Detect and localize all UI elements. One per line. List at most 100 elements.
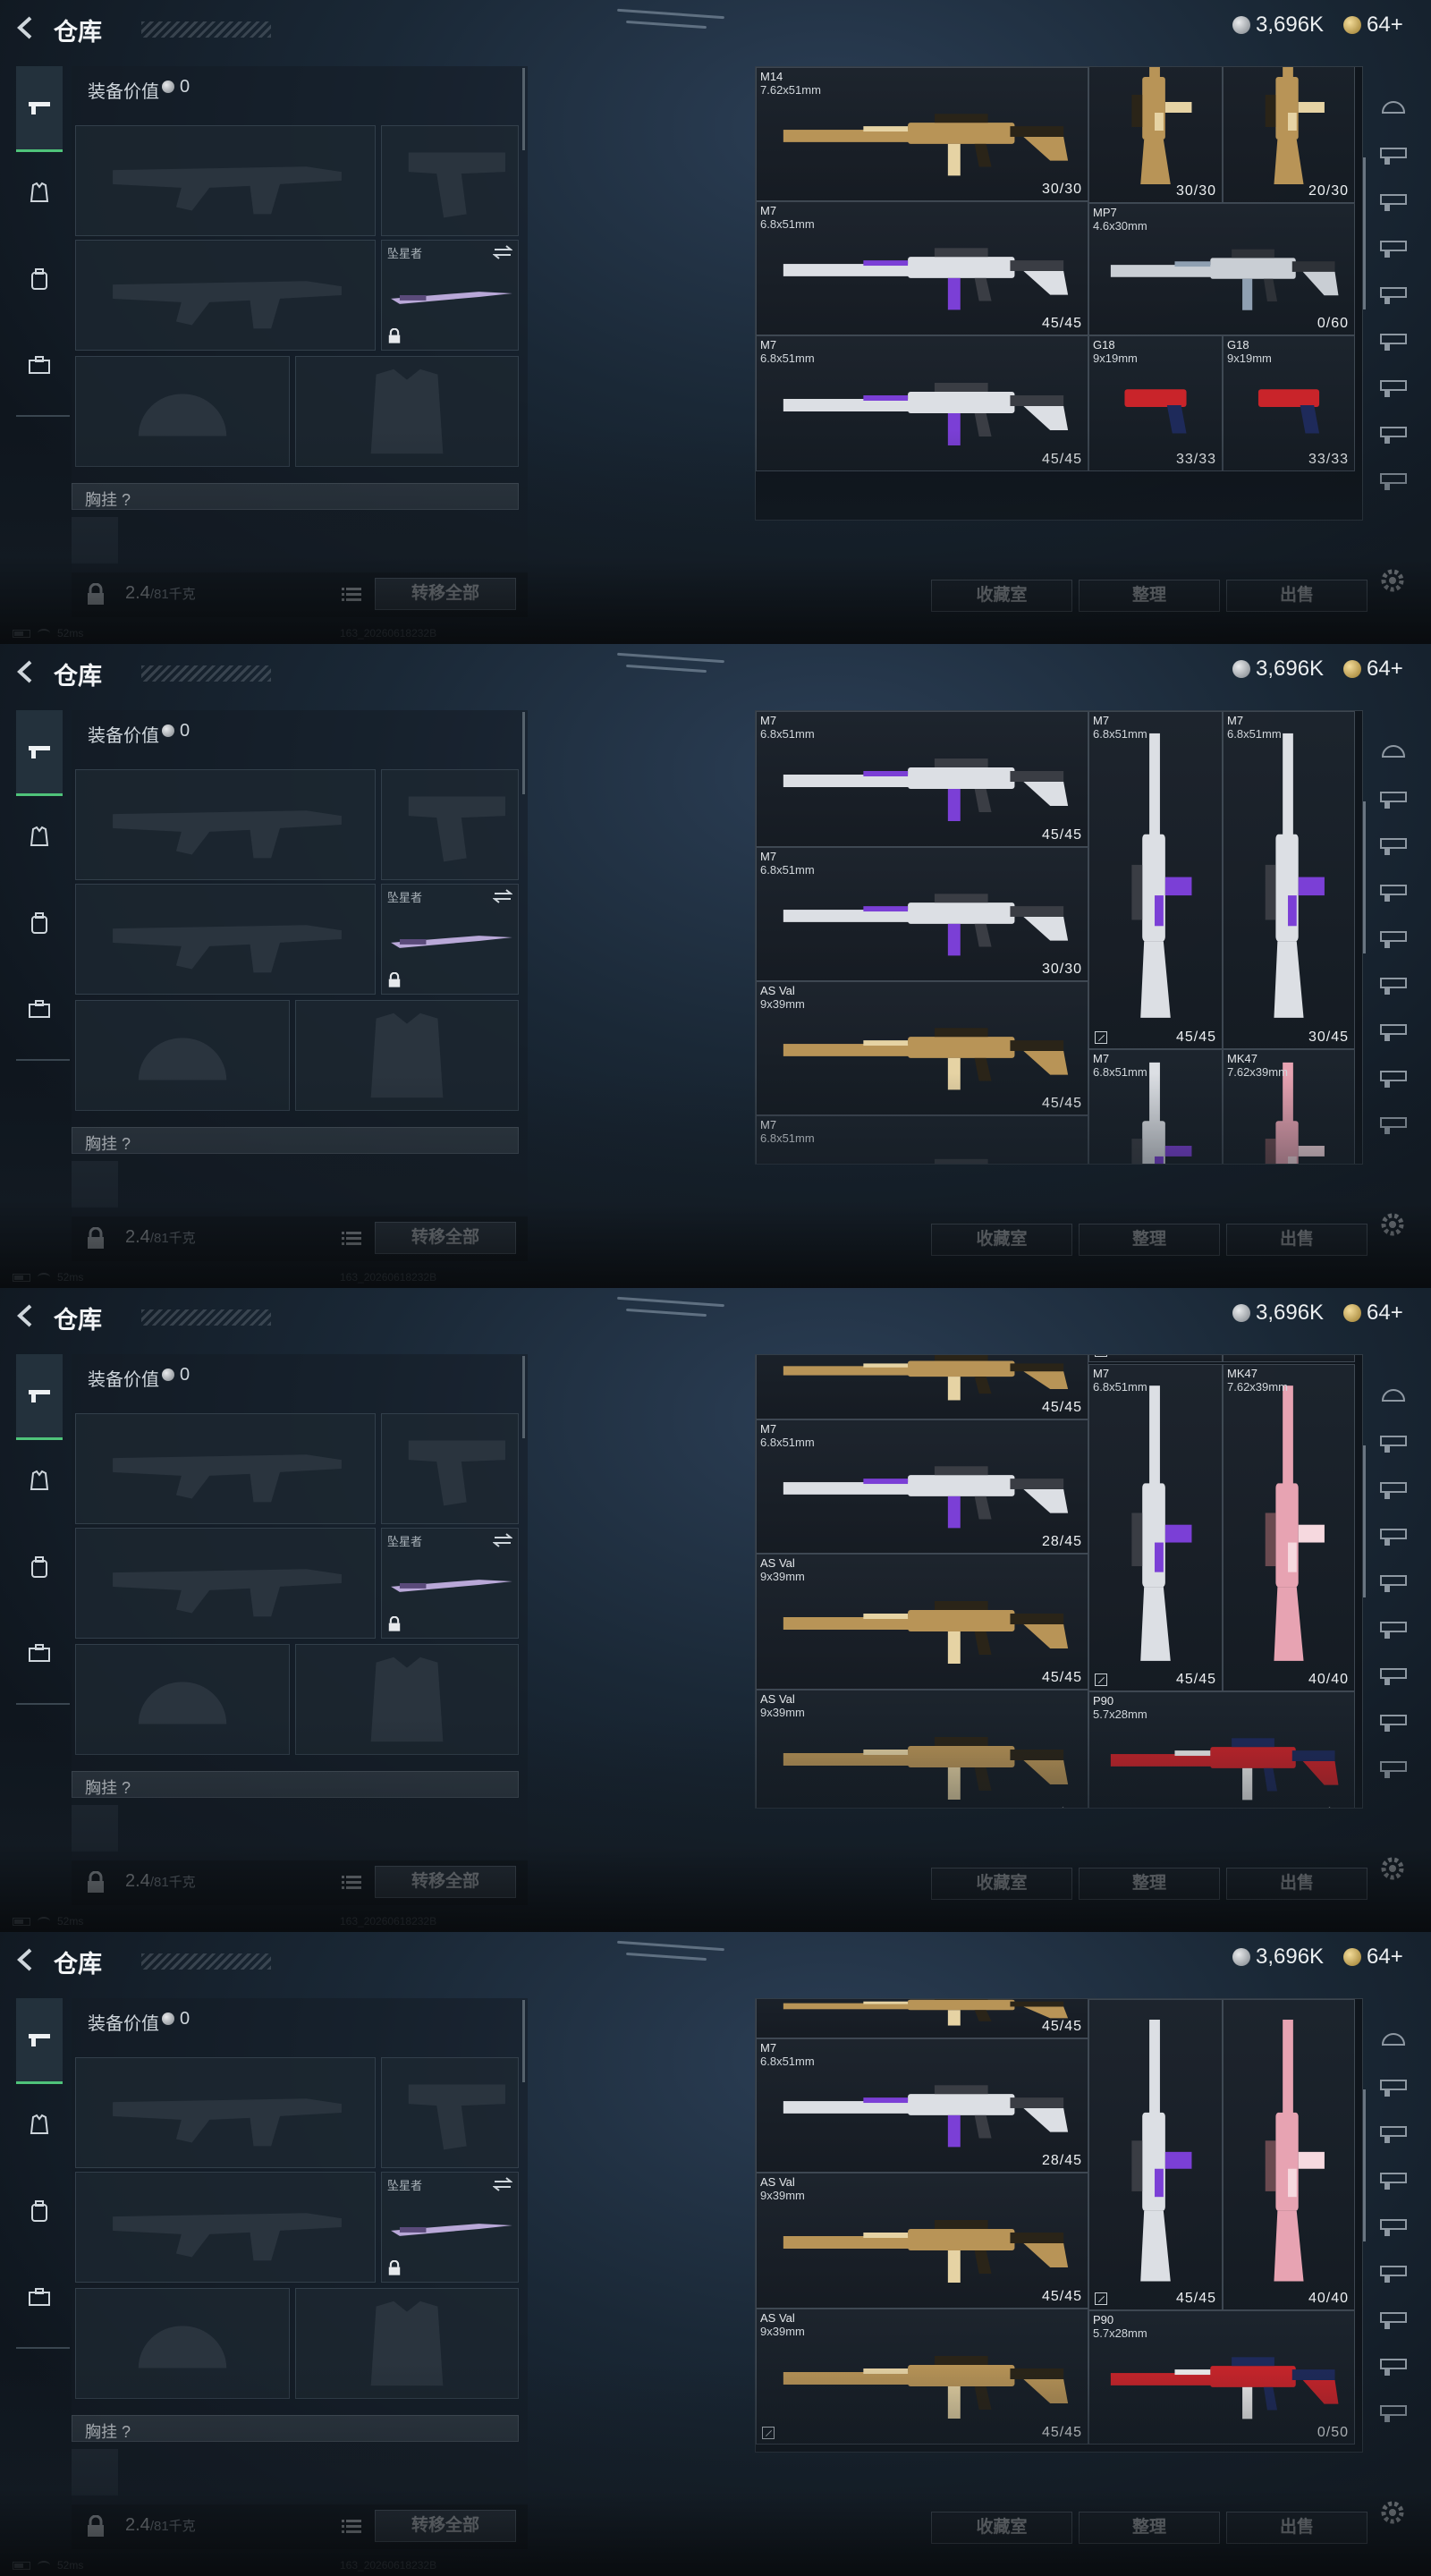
chest-rig-header[interactable]: 胸挂 ? <box>72 1127 519 1154</box>
storage-tab-icon[interactable] <box>1376 1610 1411 1646</box>
storage-tab-icon[interactable] <box>1376 2161 1411 2197</box>
tab-weapons[interactable] <box>16 1998 63 2084</box>
secondary-weapon-slot[interactable] <box>75 1528 376 1639</box>
weapon-card[interactable]: 45/45 <box>1088 1355 1223 1362</box>
tab-toolbox[interactable] <box>16 324 63 410</box>
secondary-weapon-slot[interactable] <box>75 2172 376 2283</box>
storage-tab-icon[interactable] <box>1376 1377 1411 1413</box>
secondary-weapon-slot[interactable] <box>75 240 376 351</box>
transfer-all-button[interactable]: 转移全部 <box>375 1222 516 1254</box>
secondary-weapon-slot[interactable] <box>75 884 376 995</box>
weapon-card[interactable]: G18 9x19mm 33/33 <box>1088 335 1223 471</box>
tab-armor[interactable] <box>16 152 63 238</box>
storage-tab-icon[interactable] <box>1376 136 1411 172</box>
gear-icon[interactable] <box>1377 565 1408 596</box>
weapon-card[interactable]: MK47 7.62x39mm <box>1223 1049 1355 1164</box>
chest-rig-slot[interactable] <box>72 1805 118 1852</box>
transfer-all-button[interactable]: 转移全部 <box>375 578 516 610</box>
gold-balance[interactable]: 64+ <box>1343 1301 1403 1326</box>
loadout-scrollbar[interactable] <box>522 2000 525 2082</box>
weapon-card[interactable]: M7 6.8x51mm 30/30 <box>756 847 1088 981</box>
sell-button[interactable]: 出售 <box>1226 1868 1367 1900</box>
grid-scrollbar[interactable] <box>1363 2089 1366 2241</box>
list-icon[interactable] <box>342 587 361 603</box>
storage-tab-icon[interactable] <box>1376 1106 1411 1141</box>
tab-backpack[interactable] <box>16 2170 63 2256</box>
storage-tab-icon[interactable] <box>1376 2301 1411 2336</box>
tab-weapons[interactable] <box>16 1354 63 1440</box>
body-armor-slot[interactable] <box>295 1644 519 1755</box>
grid-scrollbar[interactable] <box>1363 801 1366 953</box>
weapon-card[interactable]: AS Val 9x39mm 45/45 <box>756 981 1088 1115</box>
primary-weapon-slot[interactable] <box>75 1413 376 1524</box>
melee-slot[interactable]: 坠星者 <box>381 2172 519 2283</box>
storage-tab-icon[interactable] <box>1376 826 1411 862</box>
collection-room-button[interactable]: 收藏室 <box>931 2512 1072 2544</box>
sort-button[interactable]: 整理 <box>1079 1868 1220 1900</box>
weapon-card[interactable]: 45/45 <box>756 1355 1088 1419</box>
storage-tab-icon[interactable] <box>1376 1013 1411 1048</box>
storage-tab-icon[interactable] <box>1376 1424 1411 1460</box>
weapon-card[interactable]: MP7 4.6x30mm 0/60 <box>1088 203 1355 335</box>
weapon-card[interactable]: 30/30 <box>1088 67 1223 203</box>
storage-tab-icon[interactable] <box>1376 1750 1411 1785</box>
sidearm-slot[interactable] <box>381 2057 519 2168</box>
sort-button[interactable]: 整理 <box>1079 1224 1220 1256</box>
list-icon[interactable] <box>342 1231 361 1247</box>
helmet-slot[interactable] <box>75 356 290 467</box>
weapon-card[interactable]: M7 6.8x51mm <box>1088 1049 1223 1164</box>
storage-tab-icon[interactable] <box>1376 415 1411 451</box>
weapon-card[interactable]: M7 6.8x51mm 28/45 <box>756 1419 1088 1554</box>
sort-button[interactable]: 整理 <box>1079 580 1220 612</box>
weapon-card[interactable]: 30/45 <box>1223 1355 1355 1362</box>
gold-balance[interactable]: 64+ <box>1343 13 1403 38</box>
weapon-card[interactable]: M7 6.8x51mm 45/45 <box>756 711 1088 847</box>
primary-weapon-slot[interactable] <box>75 2057 376 2168</box>
tab-armor[interactable] <box>16 2084 63 2170</box>
collection-room-button[interactable]: 收藏室 <box>931 1224 1072 1256</box>
helmet-slot[interactable] <box>75 2288 290 2399</box>
sell-button[interactable]: 出售 <box>1226 1224 1367 1256</box>
list-icon[interactable] <box>342 2519 361 2535</box>
storage-tab-icon[interactable] <box>1376 89 1411 125</box>
chest-rig-slot[interactable] <box>72 517 118 564</box>
sidearm-slot[interactable] <box>381 125 519 236</box>
storage-tab-icon[interactable] <box>1376 1657 1411 1692</box>
storage-tab-icon[interactable] <box>1376 2021 1411 2057</box>
list-icon[interactable] <box>342 1875 361 1891</box>
tab-toolbox[interactable] <box>16 2256 63 2342</box>
weapon-card[interactable]: M7 6.8x51mm <box>756 1115 1088 1164</box>
back-arrow-icon[interactable] <box>13 14 39 41</box>
storage-tab-icon[interactable] <box>1376 2254 1411 2290</box>
storage-tab-icon[interactable] <box>1376 182 1411 218</box>
weapon-card[interactable]: 40/40 <box>1223 1999 1355 2310</box>
storage-tab-icon[interactable] <box>1376 369 1411 404</box>
collection-room-button[interactable]: 收藏室 <box>931 1868 1072 1900</box>
storage-tab-icon[interactable] <box>1376 966 1411 1002</box>
storage-tab-icon[interactable] <box>1376 2394 1411 2429</box>
weapon-card[interactable]: AS Val 9x39mm 45/45 <box>756 1690 1088 1808</box>
weapon-card[interactable]: M7 6.8x51mm 45/45 <box>1088 1364 1223 1691</box>
storage-tab-icon[interactable] <box>1376 275 1411 311</box>
weapon-card[interactable]: AS Val 9x39mm 45/45 <box>756 2173 1088 2309</box>
storage-tab-icon[interactable] <box>1376 733 1411 769</box>
weapon-card[interactable]: M7 6.8x51mm 45/45 <box>1088 711 1223 1049</box>
weapon-card[interactable]: 20/30 <box>1223 67 1355 203</box>
loadout-scrollbar[interactable] <box>522 712 525 794</box>
sidearm-slot[interactable] <box>381 769 519 880</box>
chest-rig-slot[interactable] <box>72 1161 118 1208</box>
collection-room-button[interactable]: 收藏室 <box>931 580 1072 612</box>
weapon-card[interactable]: AS Val 9x39mm 45/45 <box>756 2309 1088 2445</box>
tab-armor[interactable] <box>16 796 63 882</box>
storage-tab-icon[interactable] <box>1376 1517 1411 1553</box>
sidearm-slot[interactable] <box>381 1413 519 1524</box>
weapon-card[interactable]: M14 7.62x51mm 30/30 <box>756 67 1088 201</box>
primary-weapon-slot[interactable] <box>75 125 376 236</box>
storage-tab-icon[interactable] <box>1376 462 1411 497</box>
storage-tab-icon[interactable] <box>1376 919 1411 955</box>
chest-rig-header[interactable]: 胸挂 ? <box>72 483 519 510</box>
loadout-scrollbar[interactable] <box>522 68 525 150</box>
sell-button[interactable]: 出售 <box>1226 2512 1367 2544</box>
weapon-card[interactable]: AS Val 9x39mm 45/45 <box>756 1554 1088 1690</box>
body-armor-slot[interactable] <box>295 2288 519 2399</box>
